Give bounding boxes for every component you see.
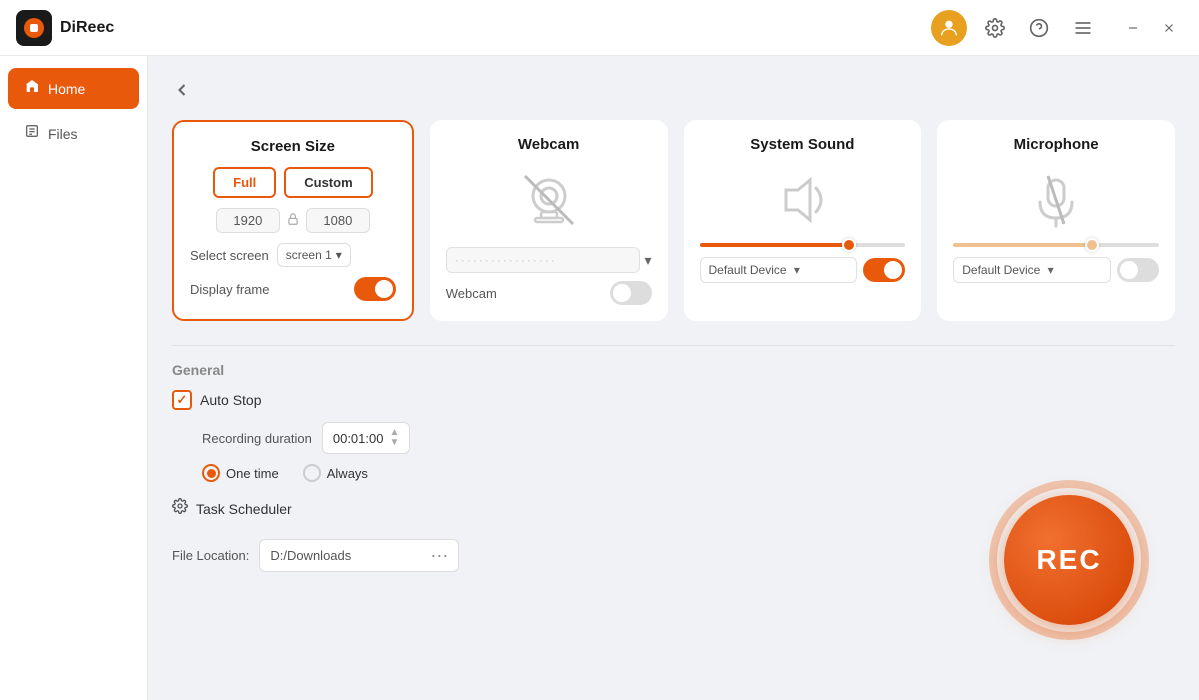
spinner-down[interactable]: ▼ (389, 438, 399, 448)
radio-always[interactable]: Always (303, 464, 368, 482)
title-bar-actions (931, 10, 1183, 46)
menu-icon[interactable] (1067, 12, 1099, 44)
app-title: DiReec (60, 19, 114, 37)
mic-select-arrow: ▾ (1048, 263, 1054, 277)
size-buttons: Full Custom (213, 167, 373, 198)
system-sound-device-label: Default Device (709, 263, 787, 277)
radio-one-time-outer (202, 464, 220, 482)
sidebar-item-home[interactable]: Home (8, 68, 139, 109)
webcam-label: Webcam (446, 286, 497, 301)
rec-button[interactable]: REC (1004, 495, 1134, 625)
radio-one-time-label: One time (226, 466, 279, 481)
checkbox-check: ✓ (177, 392, 188, 408)
webcam-toggle[interactable] (610, 281, 652, 305)
rec-button-wrap: REC (989, 480, 1149, 640)
display-frame-row: Display frame (190, 277, 396, 301)
toggle-thumb (375, 280, 393, 298)
duration-value: 00:01:00 (333, 431, 384, 446)
device-select-arrow: ▾ (794, 263, 800, 277)
window-controls (1119, 14, 1183, 42)
webcam-card: Webcam ················· ▾ (430, 120, 668, 321)
system-sound-card: System Sound Default Device ▾ (684, 120, 922, 321)
cards-row: Screen Size Full Custom Select screen sc… (172, 120, 1175, 321)
sidebar-item-files[interactable]: Files (8, 113, 139, 154)
minimize-button[interactable] (1119, 14, 1147, 42)
file-path-box[interactable]: D:/Downloads ··· (259, 539, 459, 572)
microphone-card: Microphone Default Devi (937, 120, 1175, 321)
system-sound-device-select[interactable]: Default Device ▾ (700, 257, 858, 283)
height-input[interactable] (306, 208, 370, 233)
duration-input[interactable]: 00:01:00 ▲ ▼ (322, 422, 411, 454)
logo-icon (16, 10, 52, 46)
microphone-device-select[interactable]: Default Device ▾ (953, 257, 1111, 283)
auto-stop-label: Auto Stop (200, 392, 262, 408)
sound-icon-wrap (767, 165, 837, 235)
microphone-title: Microphone (1014, 136, 1099, 153)
back-button[interactable] (172, 76, 200, 104)
display-frame-toggle[interactable] (354, 277, 396, 301)
help-icon[interactable] (1023, 12, 1055, 44)
title-bar: DiReec (0, 0, 1199, 56)
full-button[interactable]: Full (213, 167, 276, 198)
select-screen-label: Select screen (190, 248, 269, 263)
duration-spinners[interactable]: ▲ ▼ (389, 428, 399, 448)
file-path-text: D:/Downloads (270, 548, 422, 563)
system-sound-title: System Sound (750, 136, 854, 153)
app-logo: DiReec (16, 10, 114, 46)
general-title: General (172, 362, 1175, 378)
rec-label: REC (1036, 544, 1101, 576)
app-body: Home Files Screen Size Full Custom (0, 56, 1199, 700)
microphone-device-label: Default Device (962, 263, 1040, 277)
microphone-toggle[interactable] (1117, 258, 1159, 282)
sidebar: Home Files (0, 56, 148, 700)
system-sound-toggle[interactable] (863, 258, 905, 282)
dropdown-arrow: ▾ (336, 248, 342, 262)
webcam-icon-wrap (514, 165, 584, 235)
screen-option: screen 1 (286, 248, 332, 262)
webcam-toggle-thumb (613, 284, 631, 302)
microphone-slider[interactable] (953, 243, 1159, 247)
section-divider (172, 345, 1175, 346)
rec-outer-ring: REC (989, 480, 1149, 640)
webcam-label-row: Webcam (446, 281, 652, 305)
home-icon (24, 78, 40, 99)
task-gear-icon (172, 498, 188, 519)
files-icon (24, 123, 40, 144)
duration-row: Recording duration 00:01:00 ▲ ▼ (172, 422, 1175, 454)
size-inputs (216, 208, 370, 233)
width-input[interactable] (216, 208, 280, 233)
close-button[interactable] (1155, 14, 1183, 42)
settings-icon[interactable] (979, 12, 1011, 44)
lock-icon (286, 212, 300, 229)
radio-always-label: Always (327, 466, 368, 481)
webcam-device-select[interactable]: ················· (446, 247, 641, 273)
webcam-title: Webcam (518, 136, 579, 153)
screen-size-card: Screen Size Full Custom Select screen sc… (172, 120, 414, 321)
radio-one-time[interactable]: One time (202, 464, 279, 482)
screen-select-dropdown[interactable]: screen 1 ▾ (277, 243, 351, 267)
radio-always-outer (303, 464, 321, 482)
sidebar-home-label: Home (48, 81, 85, 97)
main-content: Screen Size Full Custom Select screen sc… (148, 56, 1199, 700)
file-location-label: File Location: (172, 548, 249, 563)
radio-one-time-inner (207, 469, 216, 478)
file-path-more[interactable]: ··· (430, 545, 448, 566)
mic-icon-wrap (1021, 165, 1091, 235)
webcam-select-row: ················· ▾ (446, 247, 652, 273)
system-sound-slider[interactable] (700, 243, 906, 247)
select-screen-row: Select screen screen 1 ▾ (190, 243, 396, 267)
task-scheduler-label: Task Scheduler (196, 501, 292, 517)
display-frame-label: Display frame (190, 282, 269, 297)
auto-stop-row: ✓ Auto Stop (172, 390, 1175, 410)
system-sound-device-row: Default Device ▾ (700, 257, 906, 283)
webcam-dropdown-chevron[interactable]: ▾ (644, 252, 651, 269)
custom-button[interactable]: Custom (284, 167, 372, 198)
screen-size-title: Screen Size (251, 138, 335, 155)
duration-label: Recording duration (202, 431, 312, 446)
auto-stop-checkbox[interactable]: ✓ (172, 390, 192, 410)
microphone-device-row: Default Device ▾ (953, 257, 1159, 283)
sidebar-files-label: Files (48, 126, 78, 142)
avatar-icon[interactable] (931, 10, 967, 46)
